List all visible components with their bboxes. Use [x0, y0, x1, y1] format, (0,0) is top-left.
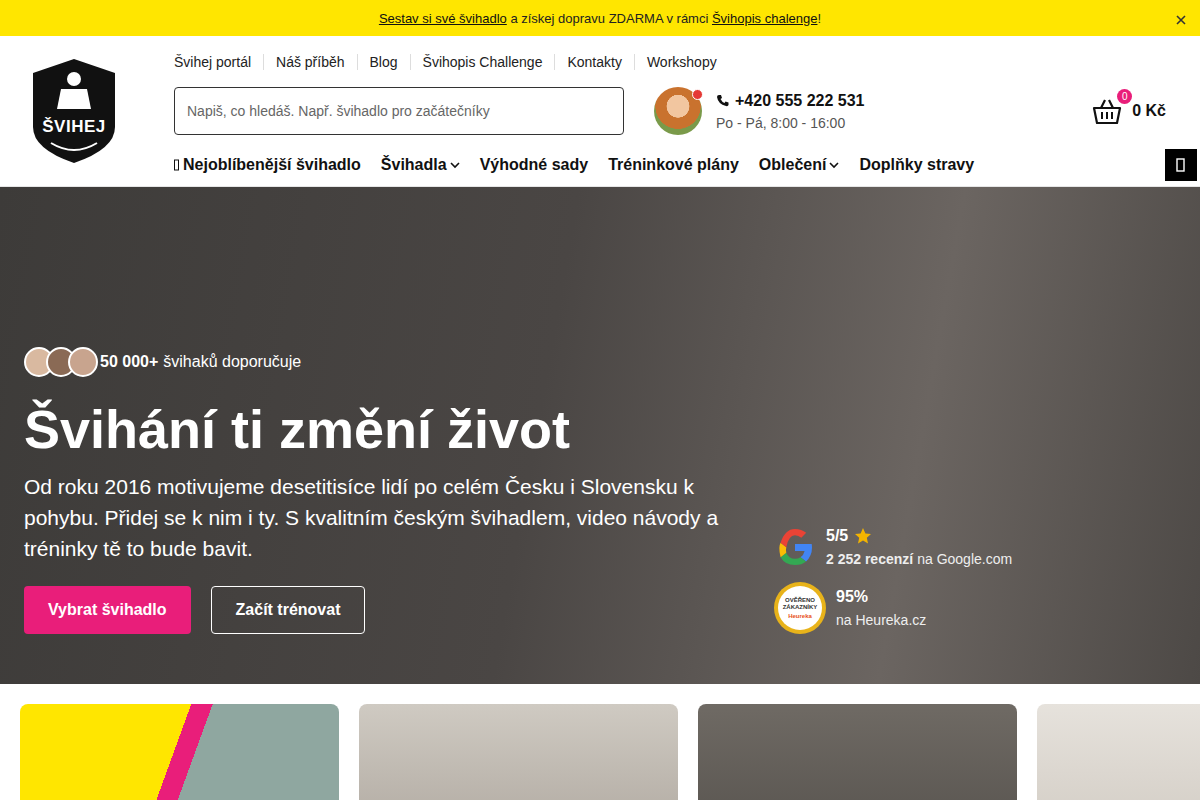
rating-source: 2 252 recenzína Google.com: [826, 551, 1012, 567]
nav-label[interactable]: Švihadla: [381, 156, 447, 174]
promo-link[interactable]: Švihopis chalenge: [712, 11, 818, 26]
phone-number[interactable]: +420 555 222 531: [735, 92, 864, 110]
header-row: +420 555 222 531Po - Pá, 8:00 - 16:0000 …: [174, 87, 1200, 135]
contact: +420 555 222 531 Po - Pá, 8:00 - 16:00: [654, 87, 864, 135]
customer-avatar: [68, 347, 98, 377]
promo-text: a získej dopravu ZDARMA v rámci: [507, 11, 712, 26]
search-input[interactable]: [174, 87, 624, 135]
chevron-down-icon: [450, 161, 460, 169]
top-link[interactable]: Blog: [357, 54, 410, 70]
cart[interactable]: 0 0 Kč: [1092, 97, 1166, 125]
nav-label[interactable]: Výhodné sady: [480, 156, 588, 174]
google-rating[interactable]: 5/5 2 252 recenzína Google.com: [774, 526, 1012, 568]
heureka-badge-inner: OVĚŘENOZÁKAZNÍKY Heureka: [778, 586, 822, 630]
review-count: 2 252 recenzí: [826, 551, 913, 567]
outline-button[interactable]: Začít trénovat: [211, 586, 366, 634]
ratings: 5/5 2 252 recenzína Google.com OVĚŘENOZÁKA…: [774, 526, 1012, 634]
proof-text: švihaků doporučuje: [163, 353, 301, 371]
feature-card[interactable]: [1037, 704, 1200, 800]
logo-text[interactable]: ŠVIHEJ: [31, 117, 117, 137]
nav-label[interactable]: Nejoblíbenější švihadlo: [183, 156, 361, 174]
rating-text: 5/5 2 252 recenzína Google.com: [826, 527, 1012, 567]
online-dot: [692, 89, 703, 100]
nav-label[interactable]: Tréninkové plány: [608, 156, 739, 174]
chevron-down-icon: [829, 161, 839, 169]
menu-icon: [1176, 158, 1186, 172]
promo-link[interactable]: Sestav si své švihadlo: [379, 11, 507, 26]
top-link[interactable]: Workshopy: [634, 54, 729, 70]
badge-text: ZÁKAZNÍKY: [783, 604, 818, 611]
search-button[interactable]: [1165, 149, 1197, 181]
basket[interactable]: 0: [1092, 97, 1122, 125]
rating-score: 95%: [836, 588, 926, 606]
opening-hours: Po - Pá, 8:00 - 16:00: [716, 115, 864, 131]
support-avatar: [654, 87, 702, 135]
nav-item[interactable]: Doplňky stravy: [859, 156, 974, 174]
nav-item[interactable]: Švihadla: [381, 156, 460, 174]
proof-count: 50 000+: [100, 353, 158, 371]
top-links: Švihej portálNáš příběhBlogŠvihopis Chal…: [174, 54, 1200, 70]
nav-label[interactable]: Oblečení: [759, 156, 827, 174]
score: 95%: [836, 588, 868, 606]
hero-text: Od roku 2016 motivujeme desetitisíce lid…: [24, 471, 724, 564]
source: na Google.com: [917, 551, 1012, 567]
nav-item[interactable]: Výhodné sady: [480, 156, 588, 174]
feature-card[interactable]: [20, 704, 339, 800]
feature-cards: [0, 684, 1200, 800]
feature-card[interactable]: [359, 704, 678, 800]
hero: 50 000+ švihaků doporučuje Švihání ti změn…: [0, 187, 1200, 684]
badge-text: Heureka: [788, 613, 812, 620]
phone-icon: [716, 94, 729, 107]
primary-button[interactable]: Vybrat švihadlo: [24, 586, 191, 634]
rating-source: na Heureka.cz: [836, 612, 926, 628]
cart-total[interactable]: 0 Kč: [1132, 102, 1166, 120]
nav-label[interactable]: Doplňky stravy: [859, 156, 974, 174]
top-link[interactable]: Náš příběh: [263, 54, 356, 70]
star-icon: [174, 158, 180, 172]
close-button[interactable]: [1176, 13, 1186, 23]
shield-logo-icon: [31, 57, 117, 165]
hero-title: Švihání ti změní život: [24, 399, 774, 459]
contact-text: +420 555 222 531 Po - Pá, 8:00 - 16:00: [716, 92, 864, 131]
promo-bar: Sestav si své švihadlo a získej dopravu …: [0, 0, 1200, 36]
score: 5/5: [826, 527, 848, 545]
nav-item[interactable]: Oblečení: [759, 156, 840, 174]
rating-score: 5/5: [826, 527, 1012, 545]
hero-content: 50 000+ švihaků doporučuje Švihání ti změn…: [24, 347, 774, 634]
rating-text: 95% na Heureka.cz: [836, 588, 926, 628]
customer-faces: [24, 347, 90, 377]
top-link[interactable]: Švihopis Challenge: [410, 54, 555, 70]
badge-text: OVĚŘENO: [785, 597, 815, 604]
heureka-badge: OVĚŘENOZÁKAZNÍKY Heureka: [774, 582, 826, 634]
nav-item[interactable]: Nejoblíbenější švihadlo: [174, 156, 361, 174]
cart-count: 0: [1117, 89, 1132, 104]
source: na Heureka.cz: [836, 612, 926, 628]
main-nav: Nejoblíbenější švihadlo Švihadla Výhodné s…: [174, 149, 1200, 181]
nav-item[interactable]: Tréninkové plány: [608, 156, 739, 174]
logo[interactable]: ŠVIHEJ: [31, 57, 117, 165]
star-icon: [854, 527, 872, 545]
header-main: Švihej portálNáš příběhBlogŠvihopis Chal…: [174, 36, 1200, 186]
logo-area: ŠVIHEJ: [0, 36, 174, 186]
phone[interactable]: +420 555 222 531: [716, 92, 864, 110]
close-icon: [1176, 15, 1186, 25]
heureka-rating[interactable]: OVĚŘENOZÁKAZNÍKY Heureka 95% na Heureka.cz: [774, 582, 1012, 634]
hero-buttons: Vybrat švihadlo Začít trénovat: [24, 586, 774, 634]
promo-text: !: [817, 11, 821, 26]
top-link[interactable]: Kontakty: [554, 54, 633, 70]
google-icon: [774, 526, 816, 568]
top-link[interactable]: Švihej portál: [174, 54, 263, 70]
header: ŠVIHEJ Švihej portálNáš příběhBlogŠvihopi…: [0, 36, 1200, 187]
social-proof: 50 000+ švihaků doporučuje: [24, 347, 774, 377]
feature-card[interactable]: [698, 704, 1017, 800]
